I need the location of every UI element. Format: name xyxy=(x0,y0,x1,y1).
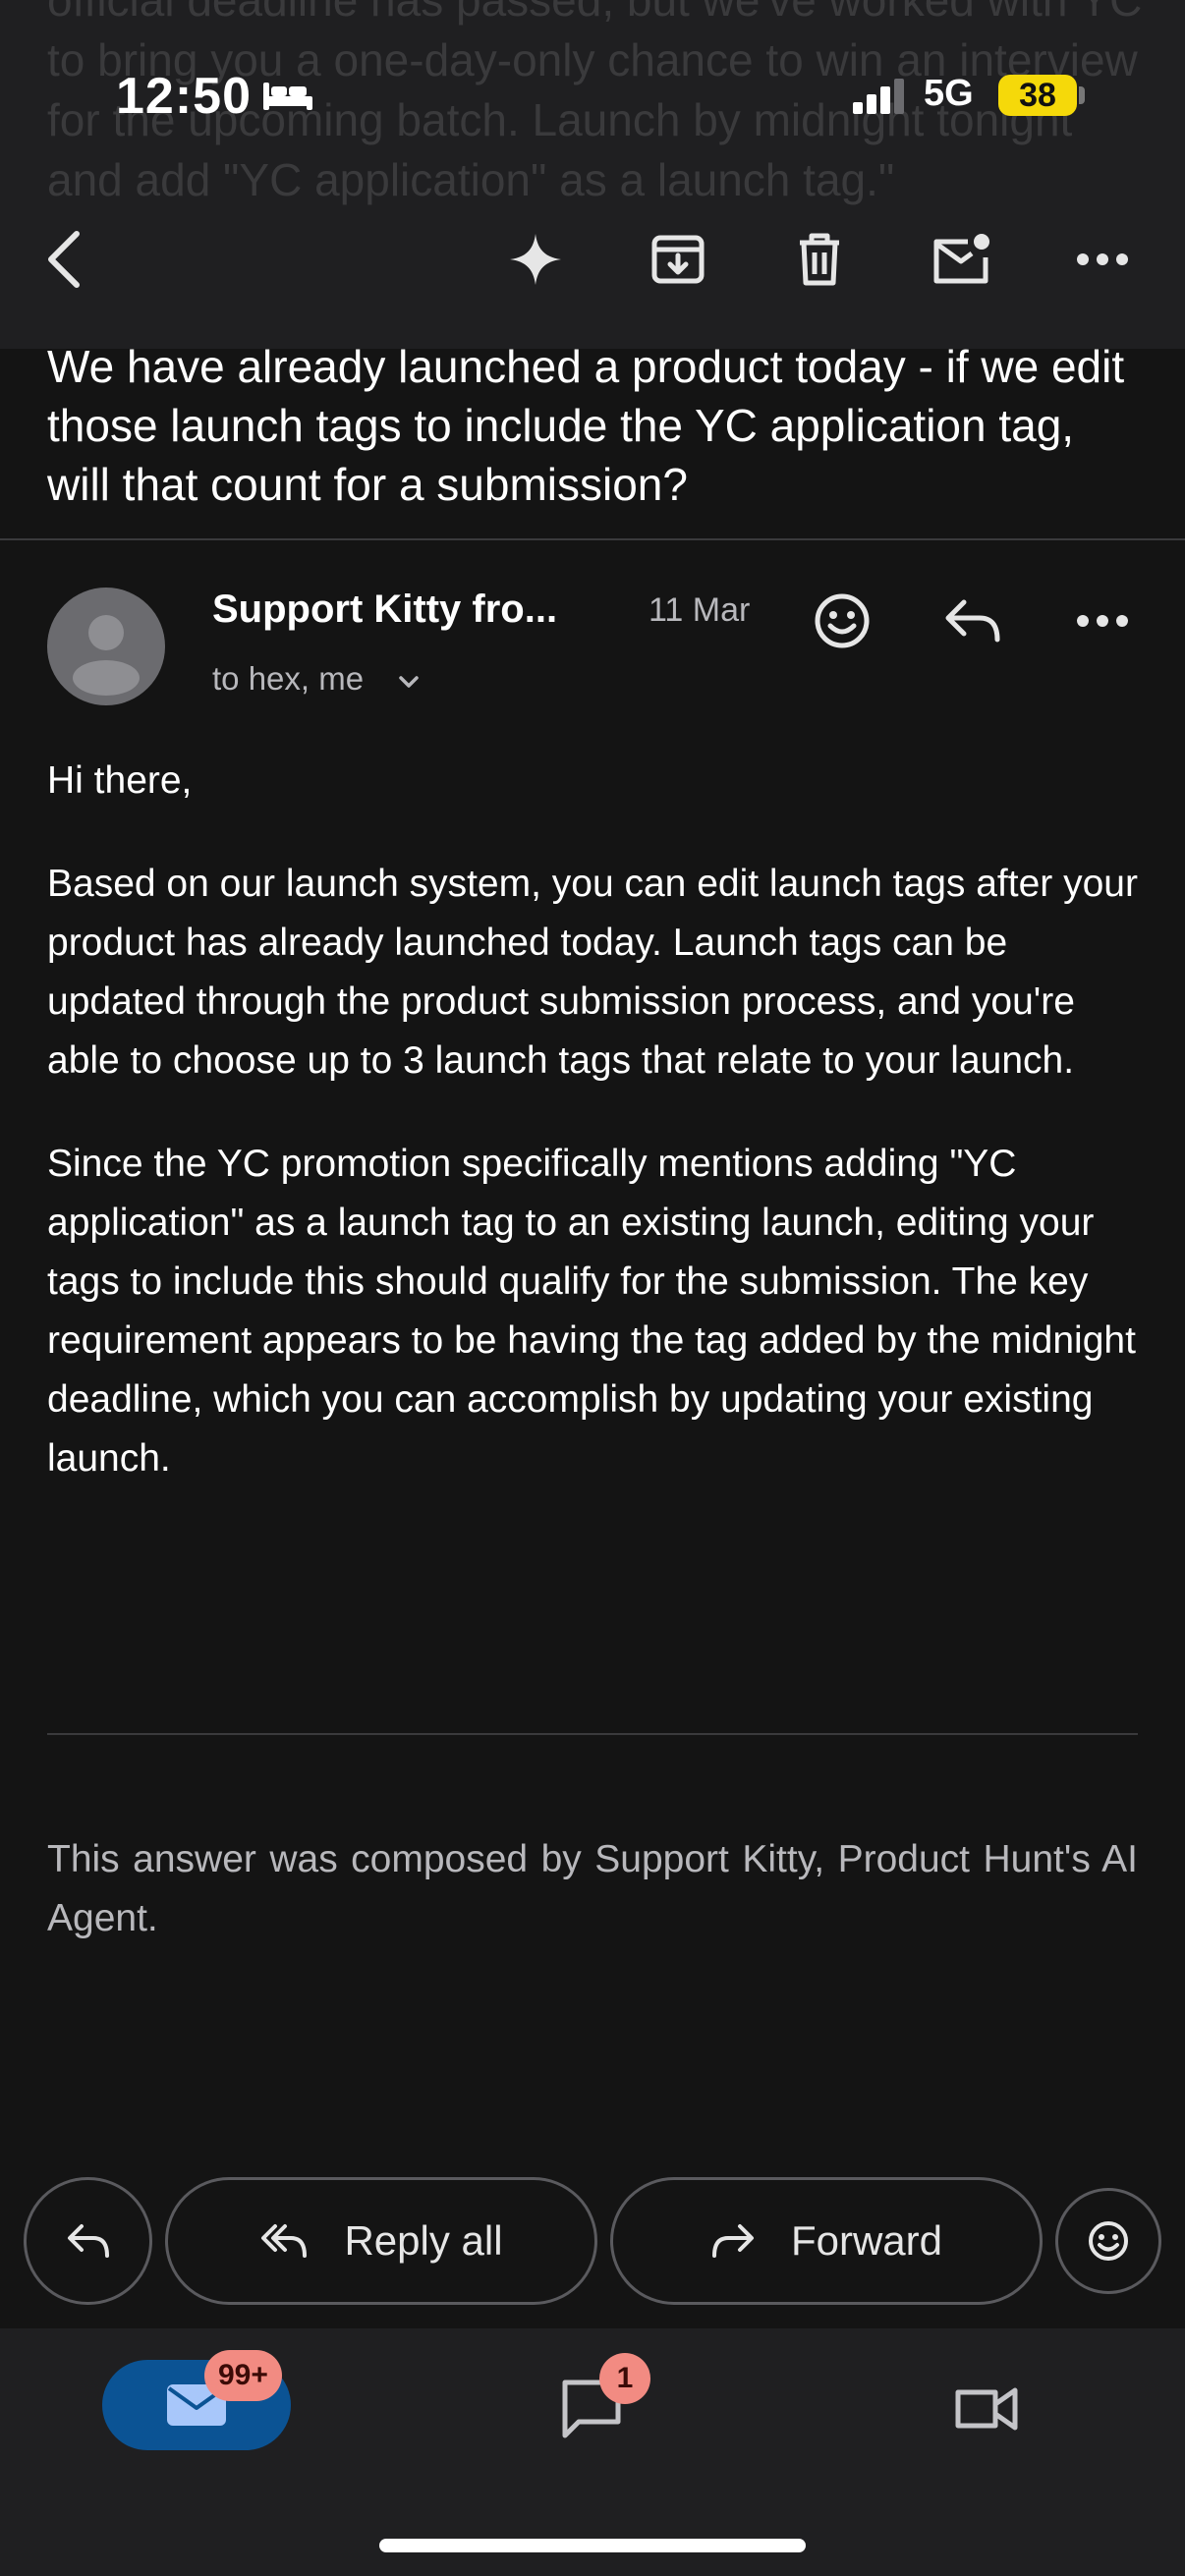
react-button[interactable] xyxy=(807,586,877,656)
mark-unread-button[interactable] xyxy=(926,224,996,295)
chevron-down-icon[interactable] xyxy=(395,668,423,696)
reply-icon xyxy=(945,599,1000,643)
forward-label: Forward xyxy=(790,2217,943,2264)
body-paragraph: Since the YC promotion specifically ment… xyxy=(47,1143,1136,1480)
emoji-icon xyxy=(815,593,870,648)
sender-avatar[interactable] xyxy=(47,588,165,705)
body-paragraph: Based on our launch system, you can edit… xyxy=(47,863,1138,1082)
sparkle-icon xyxy=(510,234,561,285)
sleep-focus-icon xyxy=(263,83,312,110)
reply-all-button[interactable]: Reply all xyxy=(165,2177,597,2305)
mark-unread-icon xyxy=(933,234,989,284)
greeting: Hi there, xyxy=(47,759,193,802)
nav-meet-tab[interactable] xyxy=(947,2370,1026,2448)
home-indicator xyxy=(379,2539,806,2552)
forward-icon xyxy=(711,2224,754,2258)
signature-divider xyxy=(47,1733,1138,1735)
archive-icon xyxy=(651,235,705,284)
more-icon xyxy=(1077,615,1128,627)
battery-indicator: 38 xyxy=(998,75,1077,116)
status-time: 12:50 xyxy=(116,68,252,125)
more-icon xyxy=(1077,253,1128,265)
sender-name[interactable]: Support Kitty fro... xyxy=(212,588,557,632)
reply-button[interactable] xyxy=(937,586,1008,656)
message-more-button[interactable] xyxy=(1067,586,1138,656)
reply-all-label: Reply all xyxy=(344,2217,503,2264)
email-subject: We have already launched a product today… xyxy=(47,341,1125,510)
delete-button[interactable] xyxy=(784,224,855,295)
ai-disclaimer: This answer was composed by Support Kitt… xyxy=(47,1838,1138,1939)
video-camera-icon xyxy=(955,2387,1018,2431)
signal-icon xyxy=(853,79,904,114)
mail-unread-badge: 99+ xyxy=(204,2350,282,2401)
subject-divider xyxy=(0,538,1185,540)
forward-button[interactable]: Forward xyxy=(610,2177,1043,2305)
email-date: 11 Mar xyxy=(649,591,751,629)
back-icon xyxy=(48,231,80,288)
network-type: 5G xyxy=(924,73,974,114)
reply-all-icon xyxy=(261,2224,308,2258)
status-bar: 12:50 5G 38 xyxy=(0,0,1185,196)
back-button[interactable] xyxy=(29,224,100,295)
top-app-bar: official deadline has passed, but we've … xyxy=(0,0,1185,349)
person-icon xyxy=(73,615,140,696)
email-body: Hi there, Based on our launch system, yo… xyxy=(47,752,1148,1533)
reply-pill-button[interactable] xyxy=(24,2177,152,2305)
trash-icon xyxy=(800,233,839,286)
battery-cap xyxy=(1079,86,1085,104)
ai-summary-button[interactable] xyxy=(500,224,571,295)
more-options-button[interactable] xyxy=(1067,224,1138,295)
chat-unread-badge: 1 xyxy=(599,2353,650,2404)
emoji-icon xyxy=(1089,2221,1128,2261)
reply-icon xyxy=(67,2224,109,2258)
recipients-line[interactable]: to hex, me xyxy=(212,660,364,698)
archive-button[interactable] xyxy=(643,224,713,295)
add-reaction-button[interactable] xyxy=(1055,2188,1161,2294)
